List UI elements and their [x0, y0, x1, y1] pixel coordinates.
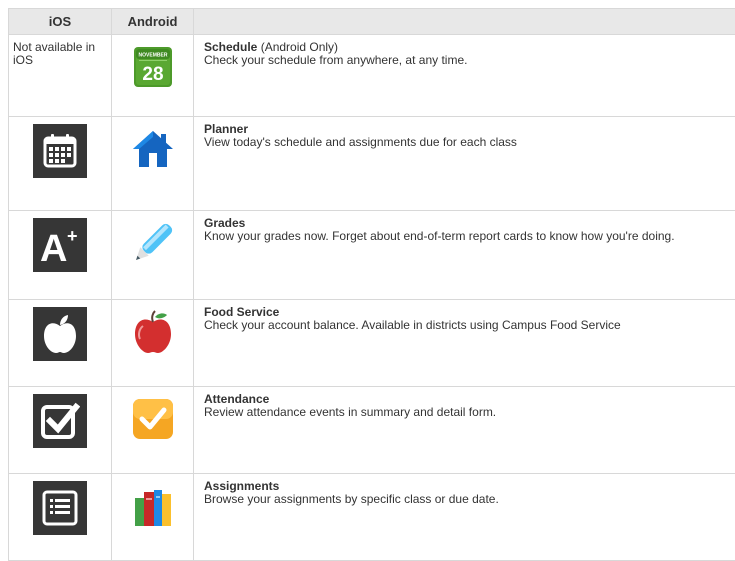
description-cell: Grades Know your grades now. Forget abou… [194, 211, 735, 300]
ios-attendance-tile [33, 394, 87, 448]
red-apple-icon [129, 308, 177, 356]
ios-food-tile [33, 307, 87, 361]
house-icon [129, 125, 177, 173]
orange-check-icon [129, 395, 177, 443]
feature-description: Know your grades now. Forget about end-o… [204, 230, 725, 243]
description-cell: Schedule (Android Only) Check your sched… [194, 35, 735, 117]
android-cell [112, 300, 194, 387]
ios-cell [9, 117, 112, 211]
calendar-month-text: NOVEMBER [138, 53, 167, 59]
pencil-icon [129, 219, 177, 267]
table-row: Assignments Browse your assignments by s… [9, 474, 735, 561]
ios-planner-tile [33, 124, 87, 178]
table-row: Food Service Check your account balance.… [9, 300, 735, 387]
a-plus-icon: A + [38, 225, 82, 265]
description-cell: Food Service Check your account balance.… [194, 300, 735, 387]
checkbox-icon [40, 401, 80, 441]
feature-description: Check your schedule from anywhere, at an… [204, 54, 725, 67]
description-cell: Assignments Browse your assignments by s… [194, 474, 735, 561]
android-cell [112, 387, 194, 474]
apple-icon [42, 314, 78, 354]
android-cell [112, 117, 194, 211]
table-row: Attendance Review attendance events in s… [9, 387, 735, 474]
ios-cell [9, 300, 112, 387]
description-cell: Attendance Review attendance events in s… [194, 387, 735, 474]
feature-description: Browse your assignments by specific clas… [204, 493, 725, 506]
description-cell: Planner View today's schedule and assign… [194, 117, 735, 211]
table-row: Planner View today's schedule and assign… [9, 117, 735, 211]
calendar-day-text: 28 [142, 64, 163, 85]
grade-letter: A [40, 228, 67, 265]
feature-description: Review attendance events in summary and … [204, 406, 725, 419]
grade-plus: + [67, 226, 78, 246]
list-icon [41, 489, 79, 527]
header-description [194, 9, 735, 35]
table-header-row: iOS Android [9, 9, 735, 35]
feature-name: Schedule [204, 40, 257, 54]
feature-table: iOS Android Not available in iOS NOVEMBE… [8, 8, 735, 561]
ios-cell: Not available in iOS [9, 35, 112, 117]
ios-grades-tile: A + [33, 218, 87, 272]
header-ios: iOS [9, 9, 112, 35]
android-cell [112, 474, 194, 561]
ios-cell [9, 474, 112, 561]
ios-assignments-tile [33, 481, 87, 535]
table-row: Not available in iOS NOVEMBER 28 Schedul… [9, 35, 735, 117]
feature-description: View today's schedule and assignments du… [204, 136, 725, 149]
ios-cell: A + [9, 211, 112, 300]
android-cell [112, 211, 194, 300]
table-row: A + Grades Know your grades now. [9, 211, 735, 300]
header-android: Android [112, 9, 194, 35]
android-cell: NOVEMBER 28 [112, 35, 194, 117]
ios-not-available-text: Not available in iOS [9, 35, 111, 67]
ios-cell [9, 387, 112, 474]
planner-calendar-icon [42, 133, 78, 169]
feature-name-suffix: (Android Only) [257, 40, 338, 54]
calendar-icon: NOVEMBER 28 [129, 43, 177, 91]
feature-description: Check your account balance. Available in… [204, 319, 725, 332]
